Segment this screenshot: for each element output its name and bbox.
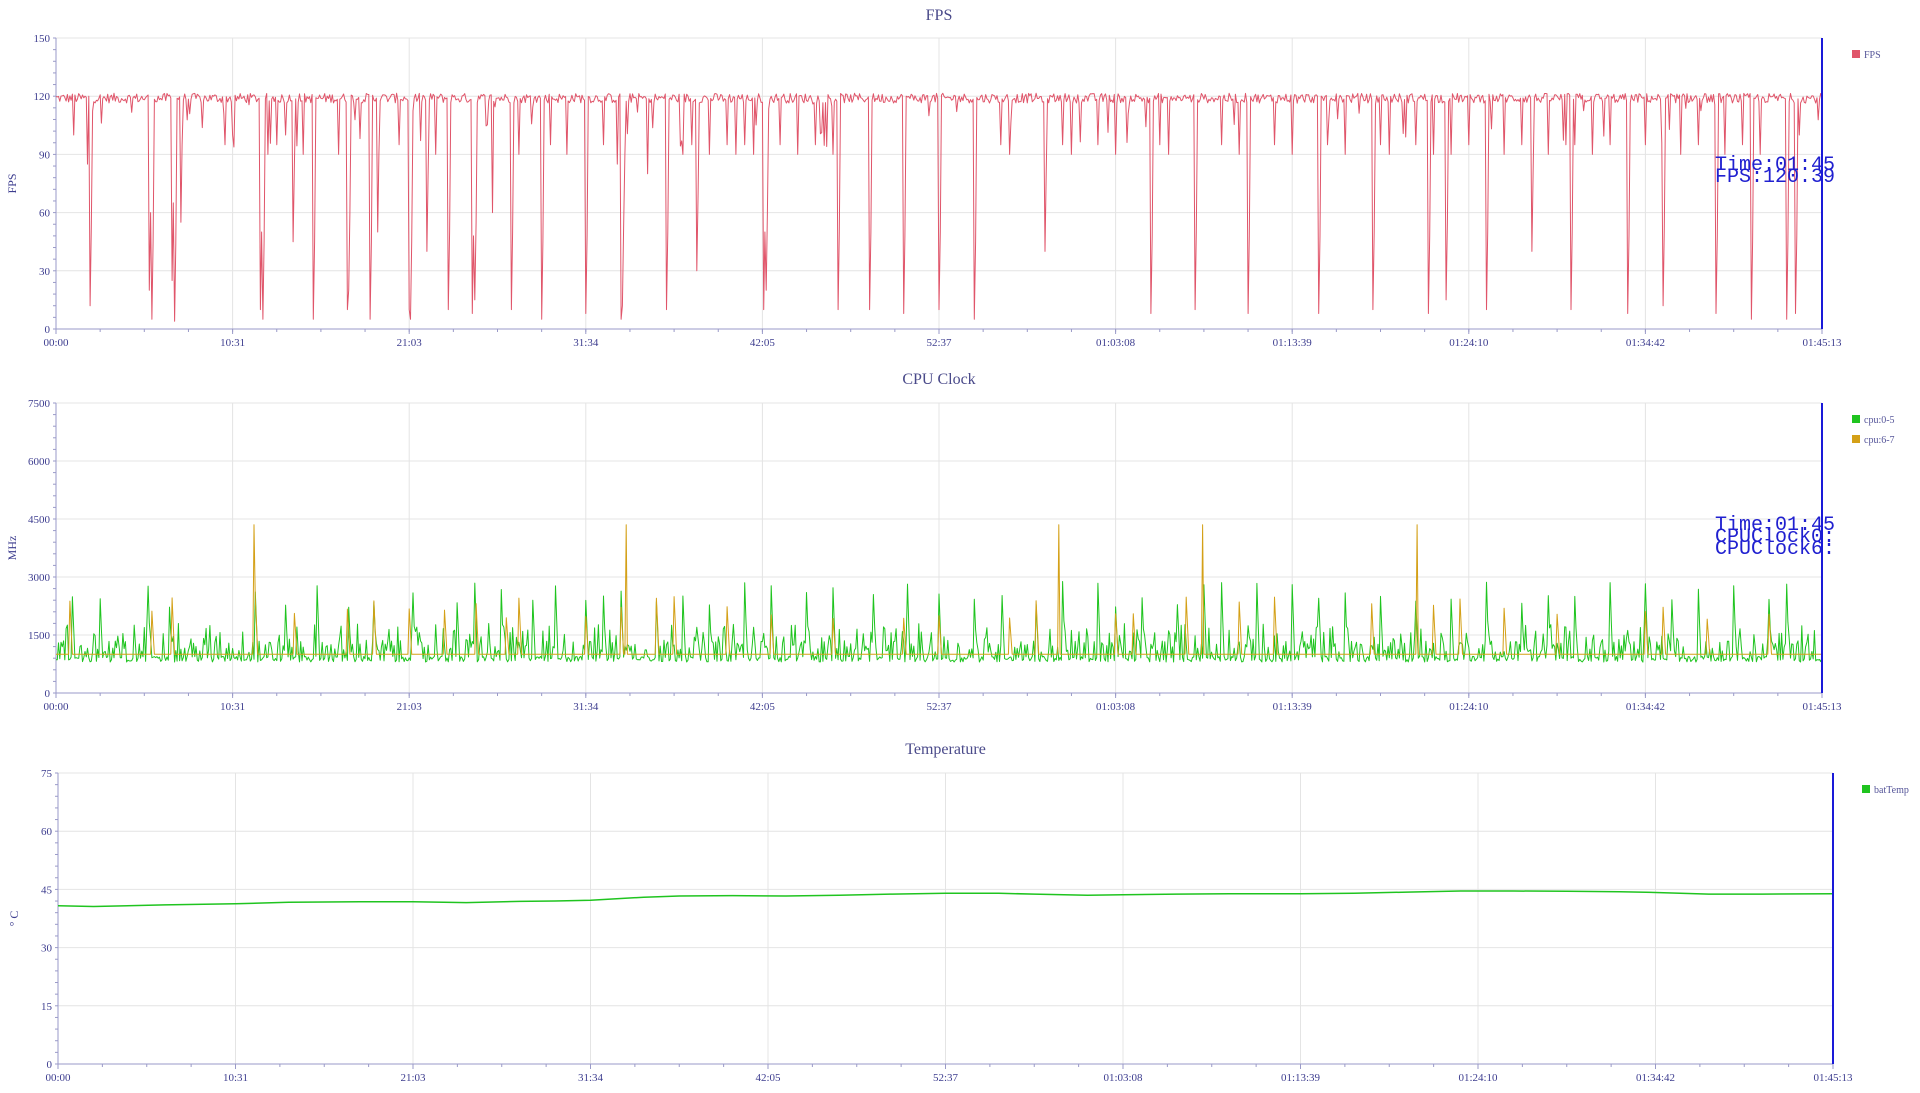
cpu-x-tick-label: 01:03:08: [1096, 701, 1136, 713]
cpu-legend-label-0: cpu:0-5: [1864, 415, 1895, 426]
cpu-legend-swatch-0: [1852, 415, 1860, 423]
temp-x-tick-label: 42:05: [755, 1072, 781, 1084]
cpu-y-tick-label: 7500: [28, 398, 51, 410]
cpu-x-tick-label: 00:00: [43, 701, 69, 713]
cpu-x-tick-label: 42:05: [750, 701, 776, 713]
fps-x-tick-label: 31:34: [573, 337, 599, 349]
cpu-y-tick-label: 6000: [28, 456, 51, 468]
temp-y-tick-label: 30: [41, 943, 53, 955]
charts-canvas: FPS030609012015000:00 10:31 21:03 31:34 42:0…: [5, 7, 1909, 1084]
fps-legend-swatch-0: [1852, 50, 1860, 58]
fps-y-tick-label: 30: [39, 266, 51, 278]
cpu-x-tick-label: 21:03: [397, 701, 423, 713]
cpu-x-tick-label: 01:45:13: [1802, 701, 1842, 713]
fps-y-tick-label: 60: [39, 208, 51, 220]
temp-x-tick-label: 10:31: [223, 1072, 248, 1084]
cpu-y-tick-label: 1500: [28, 630, 51, 642]
temp-x-tick-label: 01:34:42: [1636, 1072, 1675, 1084]
temp-x-tick-label: 00:00: [45, 1072, 71, 1084]
fps-y-tick-label: 120: [34, 91, 51, 103]
temperature-chart: Temperature 0 15 30 45 60 75 00:00 10:31 21:03 31:…: [7, 741, 1909, 1084]
fps-y-tick-label: 90: [39, 149, 51, 161]
fps-y-axis-label: FPS: [5, 173, 19, 193]
cpu-legend-swatch-1: [1852, 435, 1860, 443]
cpu-x-tick-label: 52:37: [926, 701, 952, 713]
temp-x-tick-label: 01:13:39: [1281, 1072, 1321, 1084]
temp-chart-title: Temperature: [905, 741, 986, 758]
fps-y-tick-label: 0: [45, 324, 51, 336]
fps-x-tick-label: 01:45:13: [1802, 337, 1842, 349]
temp-y-tick-label: 15: [41, 1001, 53, 1013]
fps-tooltip-line-1: FPS:120.39: [1715, 166, 1835, 189]
temp-legend-swatch-0: [1862, 785, 1870, 793]
temp-y-axis-label: ° C: [7, 911, 21, 927]
fps-x-tick-label: 01:03:08: [1096, 337, 1136, 349]
charts-page: FPS 0 30 60 90 120 150 00:00 10:31 21:03 31:34 42:0…: [0, 0, 1920, 1093]
cpu-y-tick-label: 3000: [28, 572, 51, 584]
fps-x-tick-label: 00:00: [43, 337, 69, 349]
temp-x-tick-label: 21:03: [400, 1072, 426, 1084]
cpu-x-tick-label: 10:31: [220, 701, 245, 713]
cpu-y-tick-label: 4500: [28, 514, 51, 526]
cpu-x-tick-label: 01:24:10: [1449, 701, 1489, 713]
temp-x-tick-label: 52:37: [933, 1072, 959, 1084]
temp-y-tick-label: 0: [47, 1059, 53, 1071]
fps-x-tick-label: 01:13:39: [1273, 337, 1313, 349]
fps-x-tick-label: 52:37: [926, 337, 952, 349]
fps-legend-label-0: FPS: [1864, 50, 1881, 61]
fps-x-tick-label: 01:34:42: [1626, 337, 1665, 349]
fps-x-tick-label: 10:31: [220, 337, 245, 349]
fps-chart: FPS 0 30 60 90 120 150 00:00 10:31 21:03 31:34 42:0…: [5, 7, 1881, 349]
fps-y-tick-label: 150: [34, 33, 51, 45]
cpu-chart-title: CPU Clock: [902, 371, 975, 388]
temp-y-tick-label: 75: [41, 768, 53, 780]
temp-y-tick-label: 45: [41, 884, 53, 896]
cpu-x-tick-label: 31:34: [573, 701, 599, 713]
cpu-y-axis-label: MHz: [5, 536, 19, 561]
temp-x-tick-label: 31:34: [578, 1072, 604, 1084]
temp-legend-label-0: batTemp: [1874, 785, 1909, 796]
fps-x-tick-label: 01:24:10: [1449, 337, 1489, 349]
fps-x-tick-label: 21:03: [397, 337, 423, 349]
cpu-clock-chart: CPU Clock 0 1500 3000 4500 6000 7500 00:00 10:31…: [5, 371, 1895, 713]
temp-y-tick-label: 60: [41, 826, 53, 838]
temp-x-tick-label: 01:45:13: [1813, 1072, 1853, 1084]
cpu-x-tick-label: 01:13:39: [1273, 701, 1313, 713]
temp-x-tick-label: 01:24:10: [1458, 1072, 1498, 1084]
cpu-x-tick-label: 01:34:42: [1626, 701, 1665, 713]
cpu-y-tick-label: 0: [45, 688, 51, 700]
fps-chart-title: FPS: [926, 7, 953, 24]
cpu-tooltip-line-2: CPUClock6:: [1715, 538, 1835, 561]
temp-x-tick-label: 01:03:08: [1103, 1072, 1143, 1084]
fps-x-tick-label: 42:05: [750, 337, 776, 349]
cpu-legend-label-1: cpu:6-7: [1864, 435, 1895, 446]
